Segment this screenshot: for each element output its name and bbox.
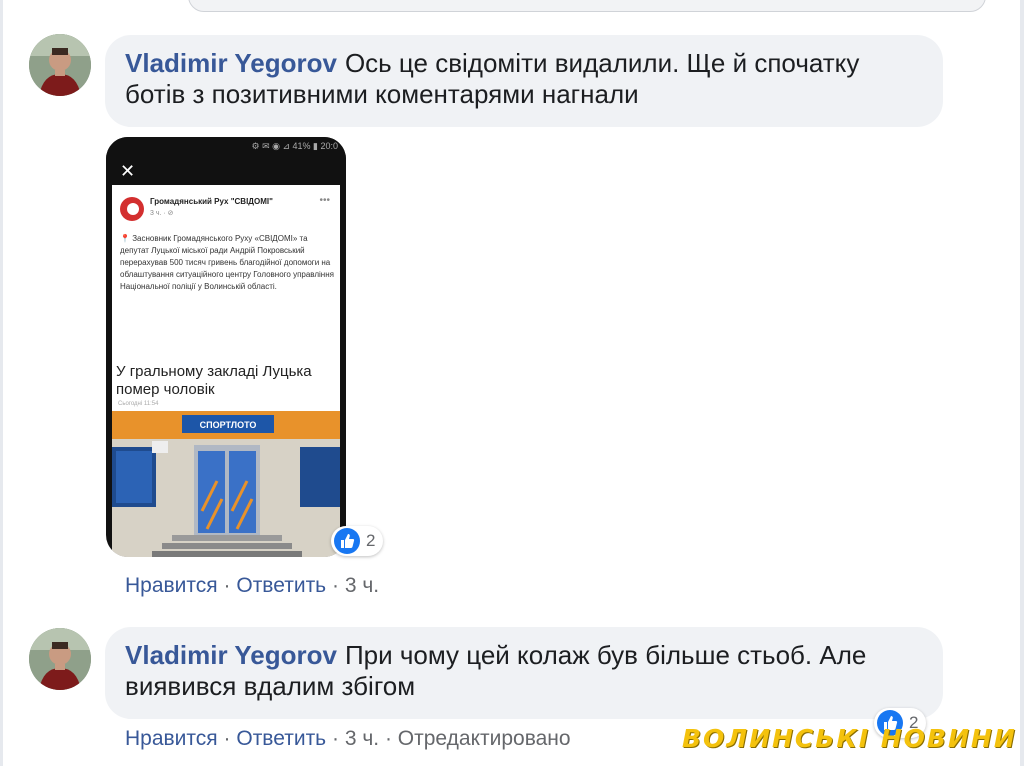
photo-viewer-bar: ✕ <box>106 157 346 185</box>
store-sign: СПОРТЛОТО <box>200 420 257 430</box>
comment-image-attachment[interactable]: ⚙ ✉ ◉ ⊿ 41% ▮ 20:0 ✕ Громадянський Рух "… <box>106 137 346 557</box>
news-headline: У гральному закладі Луцька помер чоловік <box>116 363 312 398</box>
page-logo-icon <box>120 197 144 221</box>
separator: · <box>331 727 339 750</box>
like-link[interactable]: Нравится <box>125 574 218 597</box>
edited-label[interactable]: Отредактировано <box>398 727 571 750</box>
post-body-text: Засновник Громадянського Руху «СВІДОМІ» … <box>120 234 334 291</box>
comment-bubble: Vladimir Yegorov При чому цей колаж був б… <box>105 627 943 719</box>
like-icon <box>334 528 360 554</box>
separator: · <box>223 727 231 750</box>
embedded-news-card: У гральному закладі Луцька помер чоловік… <box>112 359 340 557</box>
comment-bubble: Vladimir Yegorov Ось це свідоміти видалил… <box>105 35 943 127</box>
avatar-photo-icon <box>29 628 91 690</box>
like-link[interactable]: Нравится <box>125 727 218 750</box>
post-meta: 3 ч. · ⊘ <box>150 210 174 217</box>
reply-link[interactable]: Ответить <box>236 727 326 750</box>
watermark: ВОЛИНСЬКІ НОВИНИ <box>682 724 1017 753</box>
comment-actions: Нравится · Ответить · 3 ч. · Отредактиро… <box>125 727 571 751</box>
comment-author-link[interactable]: Vladimir Yegorov <box>125 640 337 670</box>
avatar[interactable] <box>29 34 91 96</box>
embedded-post: Громадянський Рух "СВІДОМІ" 3 ч. · ⊘ •••… <box>112 185 340 367</box>
store-front-photo: СПОРТЛОТО <box>112 411 340 557</box>
close-icon: ✕ <box>120 161 136 181</box>
news-date: Сьогодні 11:54 <box>118 401 159 407</box>
more-options-icon: ••• <box>319 195 330 206</box>
right-frame-border <box>1020 0 1024 766</box>
comment-actions: Нравится · Ответить · 3 ч. <box>125 574 379 598</box>
avatar[interactable] <box>29 628 91 690</box>
pin-icon: 📍 <box>120 234 133 243</box>
separator: · <box>223 574 231 597</box>
reaction-count-badge[interactable]: 2 <box>331 526 384 556</box>
left-frame-border <box>0 0 3 766</box>
phone-status-bar: ⚙ ✉ ◉ ⊿ 41% ▮ 20:0 <box>106 137 346 157</box>
post-author: Громадянський Рух "СВІДОМІ" <box>150 197 273 206</box>
post-body: 📍 Засновник Громадянського Руху «СВІДОМІ… <box>120 233 334 293</box>
separator: · <box>384 727 392 750</box>
comment-author-link[interactable]: Vladimir Yegorov <box>125 48 337 78</box>
comment-input-field[interactable] <box>188 0 986 12</box>
timestamp-link[interactable]: 3 ч. <box>345 574 379 597</box>
reply-link[interactable]: Ответить <box>236 574 326 597</box>
timestamp-link[interactable]: 3 ч. <box>345 727 379 750</box>
avatar-photo-icon <box>29 34 91 96</box>
separator: · <box>331 574 339 597</box>
reaction-count: 2 <box>366 531 376 550</box>
